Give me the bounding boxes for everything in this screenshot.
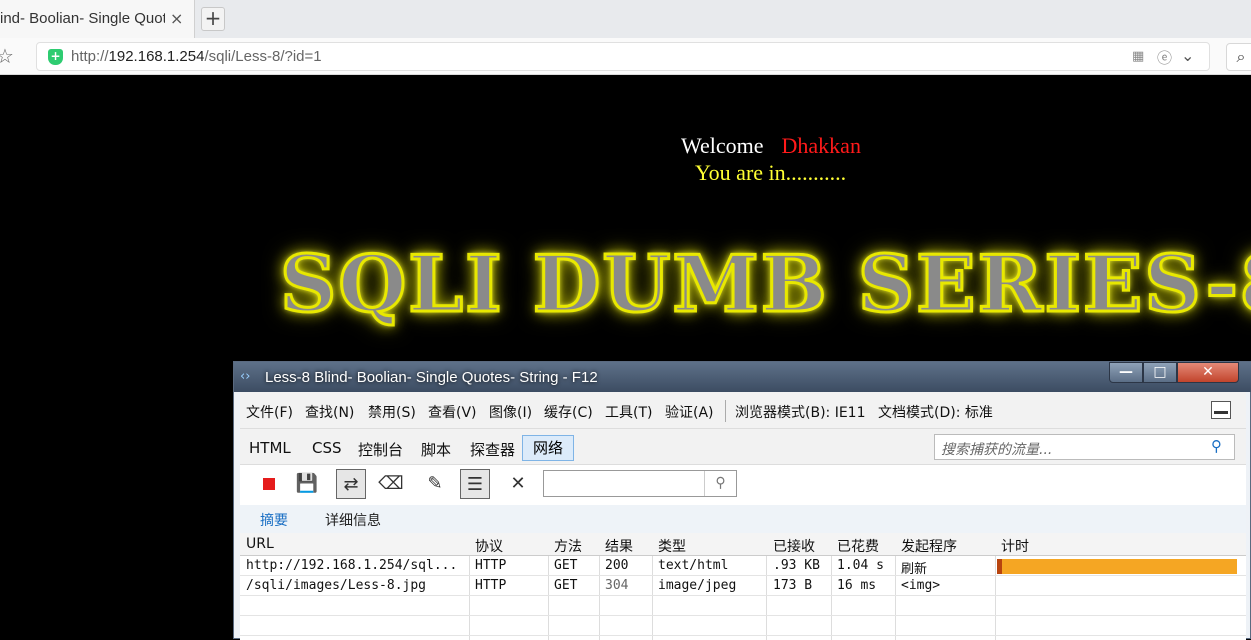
table-header: URL 协议 方法 结果 类型 已接收 已花费 发起程序 计时 [240,533,1246,556]
login-status-text: You are in........... [695,160,847,185]
menu-cache[interactable]: 缓存(C) [544,402,593,422]
maximize-button[interactable]: □ [1143,362,1177,383]
qr-code-icon[interactable]: ▦ [1132,49,1144,64]
bookmark-star-icon[interactable]: ☆ [0,44,14,68]
menu-view[interactable]: 查看(V) [428,402,477,422]
cell-taken: 16 ms [837,578,877,593]
filter-input[interactable]: ⚲ [543,470,737,497]
search-icon[interactable]: ⌕ [1226,43,1251,71]
tab-script[interactable]: 脚本 [421,439,451,460]
column-header-result[interactable]: 结果 [605,536,633,556]
cell-url: /sqli/images/Less-8.jpg [246,578,427,593]
ie-mode-icon[interactable]: ⓔ [1157,47,1172,68]
tab-html[interactable]: HTML [249,439,291,457]
traffic-search-placeholder: 搜索捕获的流量... [941,442,1053,458]
timing-bar [997,559,1237,574]
welcome-label: Welcome [681,133,764,158]
url-scheme: http:// [71,48,109,65]
welcome-name: Dhakkan [781,133,861,158]
devtools-logo-icon: ‹› [240,369,251,384]
menu-tools[interactable]: 工具(T) [605,402,652,422]
close-tab-icon[interactable]: × [170,9,183,28]
search-icon[interactable]: ⚲ [1211,437,1222,455]
always-refresh-icon[interactable]: ⇄ [336,469,366,499]
network-toolbar: 💾 ⇄ ⌫ ✎ ☰ ✕ ⚲ [240,465,1246,505]
network-subtabs: 摘要 详细信息 [240,505,1246,533]
cell-result: 200 [605,558,629,573]
browser-tab-bar: ind- Boolian- Single Quotes- String × + [0,0,1251,38]
url-host: 192.168.1.254 [108,48,205,65]
address-url[interactable]: http://192.168.1.254/sqli/Less-8/?id=1 [71,48,322,65]
url-path: /sqli/Less-8/?id=1 [204,48,322,65]
close-window-button[interactable]: ✕ [1177,362,1239,383]
cell-result: 304 [605,578,629,593]
collapse-panel-button[interactable] [1211,401,1231,419]
save-icon[interactable]: 💾 [292,469,322,499]
tab-console[interactable]: 控制台 [358,439,403,460]
column-header-initiator[interactable]: 发起程序 [901,536,957,556]
cell-method: GET [554,558,578,573]
devtools-window: ‹› Less-8 Blind- Boolian- Single Quotes-… [233,361,1251,640]
browser-tab-title: ind- Boolian- Single Quotes- String [0,10,165,27]
stop-capture-button[interactable] [254,469,284,499]
tab-css[interactable]: CSS [312,439,342,457]
cell-initiator: 刷新 [901,562,928,577]
cell-received: 173 B [773,578,813,593]
column-header-timing[interactable]: 计时 [1001,536,1029,556]
table-row-empty [240,616,1246,636]
cell-received: .93 KB [773,558,820,573]
browser-tab[interactable]: ind- Boolian- Single Quotes- String × [0,0,195,38]
cell-taken: 1.04 s [837,558,884,573]
menu-browser-mode[interactable]: 浏览器模式(B): IE11 [735,402,865,422]
network-table: URL 协议 方法 结果 类型 已接收 已花费 发起程序 计时 http://1… [240,533,1246,640]
menu-separator [725,400,726,422]
welcome-text: Welcome Dhakkan [681,133,861,159]
new-tab-button[interactable]: + [201,7,225,31]
tab-network[interactable]: 网络 [522,435,574,461]
traffic-search-input[interactable]: 搜索捕获的流量... ⚲ [934,434,1235,460]
browser-nav-bar: ☆ + http://192.168.1.254/sqli/Less-8/?id… [0,38,1251,75]
cell-protocol: HTTP [475,578,507,593]
search-icon[interactable]: ⚲ [704,471,736,496]
menu-images[interactable]: 图像(I) [489,402,532,422]
address-bar[interactable]: + http://192.168.1.254/sqli/Less-8/?id=1… [36,42,1210,71]
cell-type: image/jpeg [658,578,737,593]
column-header-taken[interactable]: 已花费 [837,536,879,556]
cell-protocol: HTTP [475,558,507,573]
cell-method: GET [554,578,578,593]
menu-file[interactable]: 文件(F) [246,402,293,422]
tab-profiler[interactable]: 探查器 [470,439,515,460]
subtab-summary[interactable]: 摘要 [260,510,288,530]
devtools-body: 文件(F) 查找(N) 禁用(S) 查看(V) 图像(I) 缓存(C) 工具(T… [240,392,1246,640]
cell-url: http://192.168.1.254/sql... [246,558,458,573]
cell-type: text/html [658,558,729,573]
devtools-tabs: HTML CSS 控制台 脚本 探查器 网络 搜索捕获的流量... ⚲ [240,429,1246,465]
devtools-titlebar[interactable]: ‹› Less-8 Blind- Boolian- Single Quotes-… [234,362,1251,392]
subtab-details[interactable]: 详细信息 [325,510,381,530]
minimize-button[interactable]: — [1109,362,1143,383]
column-header-received[interactable]: 已接收 [773,536,815,556]
menu-find[interactable]: 查找(N) [305,402,354,422]
column-header-url[interactable]: URL [246,536,274,552]
menu-document-mode[interactable]: 文档模式(D): 标准 [878,402,993,422]
column-header-protocol[interactable]: 协议 [475,536,503,556]
table-row-empty [240,596,1246,616]
menu-disable[interactable]: 禁用(S) [368,402,416,422]
devtools-title: Less-8 Blind- Boolian- Single Quotes- St… [265,369,598,386]
table-row[interactable]: http://192.168.1.254/sql... HTTP GET 200… [240,556,1246,577]
security-shield-icon: + [48,49,63,65]
list-view-icon[interactable]: ☰ [460,469,490,499]
column-header-type[interactable]: 类型 [658,536,686,556]
menu-validate[interactable]: 验证(A) [665,402,714,422]
cell-initiator: <img> [901,578,941,593]
devtools-menu-bar: 文件(F) 查找(N) 禁用(S) 查看(V) 图像(I) 缓存(C) 工具(T… [240,392,1246,429]
table-row[interactable]: /sqli/images/Less-8.jpg HTTP GET 304 ima… [240,576,1246,596]
clear-entries-icon[interactable]: ✕ [503,469,533,499]
clear-cookies-icon[interactable]: ✎ [420,469,450,499]
series-banner: SQLI DUMB SERIES-8 [278,238,1251,332]
column-header-method[interactable]: 方法 [554,536,582,556]
clear-cache-icon[interactable]: ⌫ [376,469,406,499]
chevron-down-icon[interactable]: ⌄ [1181,46,1194,65]
